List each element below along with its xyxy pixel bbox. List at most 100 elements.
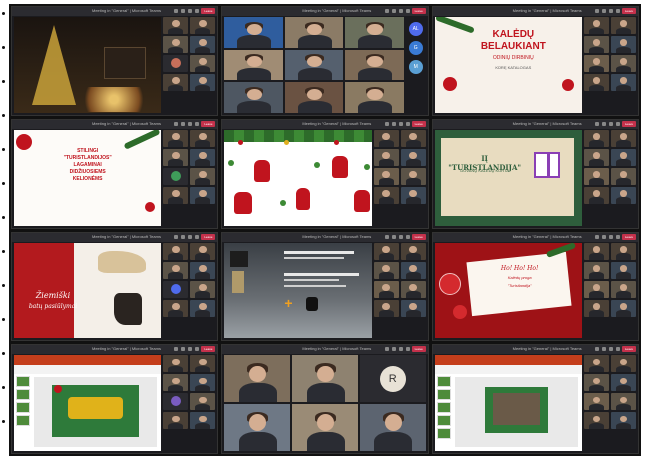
screenshot-collage: Meeting in "General" | Microsoft Teams L… <box>9 4 641 456</box>
santa-figure[interactable] <box>354 189 371 212</box>
powerpoint-titlebar <box>434 355 582 366</box>
participant-avatar: G <box>408 41 423 55</box>
window-title: Meeting in "General" | Microsoft Teams <box>302 346 372 352</box>
teams-window-9: Meeting in "General" | Microsoft Teams L… <box>431 231 639 342</box>
leave-button[interactable]: Leave <box>411 8 426 14</box>
teams-window-6: Meeting in "General" | Microsoft Teams L… <box>431 118 639 229</box>
participant-gallery <box>583 17 636 113</box>
window-titlebar: Meeting in "General" | Microsoft Teams L… <box>432 7 638 16</box>
shared-slide-greeting: Ho! Ho! Ho! Kalėdų proga "Turistlandija" <box>434 242 582 339</box>
window-title: Meeting in "General" | Microsoft Teams <box>302 233 372 239</box>
slide-canvas <box>34 377 158 447</box>
participant-gallery <box>373 242 426 339</box>
leave-button[interactable]: Leave <box>201 233 216 240</box>
photo-image <box>492 393 540 425</box>
slide-title-line1: KALĖDŲ <box>492 29 535 40</box>
window-titlebar: Meeting in "General" | Microsoft Teams L… <box>222 345 428 355</box>
trousers-image <box>232 270 245 293</box>
meeting-controls[interactable] <box>384 9 410 13</box>
leave-button[interactable]: Leave <box>201 8 216 14</box>
window-title: Meeting in "General" | Microsoft Teams <box>512 8 582 13</box>
participant-gallery <box>583 129 636 226</box>
watch-image <box>306 296 319 311</box>
santa-figure[interactable] <box>296 187 311 210</box>
leave-button[interactable]: Leave <box>621 346 636 353</box>
slide-title: Žiemiški <box>35 290 71 300</box>
slide-line1: STILINGI <box>77 147 99 154</box>
jacket-image <box>230 250 249 267</box>
participant-gallery <box>163 355 216 451</box>
powerpoint-ribbon[interactable] <box>14 365 162 375</box>
page-margin-dots <box>2 12 6 452</box>
leave-button[interactable]: Leave <box>201 346 216 353</box>
window-title: Meeting in "General" | Microsoft Teams <box>92 120 161 126</box>
leave-button[interactable]: Leave <box>621 233 636 240</box>
teams-window-11: Meeting in "General" | Microsoft Teams L… <box>221 344 429 454</box>
leave-button[interactable]: Leave <box>621 8 636 14</box>
shared-slide-products: + <box>224 242 372 339</box>
powerpoint-titlebar <box>14 355 162 366</box>
shared-powerpoint <box>14 355 162 451</box>
meeting-controls[interactable] <box>594 347 620 352</box>
meeting-controls[interactable] <box>174 121 200 126</box>
slide-subtitle: batų pasiūlymai <box>28 302 78 310</box>
meeting-controls[interactable] <box>594 234 620 239</box>
teams-window-5: Meeting in "General" | Microsoft Teams L… <box>221 118 429 229</box>
shared-slide-gift-card: IĮ "TURISTLANDIJA" DOVANŲ KALĖDŲ KORTA <box>434 129 582 226</box>
participant-gallery <box>583 355 636 451</box>
leave-button[interactable]: Leave <box>201 120 216 127</box>
window-titlebar: Meeting in "General" | Microsoft Teams L… <box>12 7 218 16</box>
window-title: Meeting in "General" | Microsoft Teams <box>92 233 161 239</box>
participant-gallery <box>163 129 216 226</box>
participant-avatar: R <box>379 365 406 392</box>
slide-canvas <box>454 377 578 447</box>
meeting-controls[interactable] <box>384 234 410 239</box>
window-titlebar: Meeting in "General" | Microsoft Teams L… <box>222 232 428 242</box>
greeting-line2: Kalėdų proga <box>507 274 532 280</box>
meeting-controls[interactable] <box>384 347 410 352</box>
leave-button[interactable]: Leave <box>411 120 426 127</box>
teams-window-4: Meeting in "General" | Microsoft Teams L… <box>11 118 219 229</box>
window-title: Meeting in "General" | Microsoft Teams <box>512 120 582 126</box>
santa-figure[interactable] <box>234 191 253 214</box>
window-title: Meeting in "General" | Microsoft Teams <box>512 233 582 239</box>
leave-button[interactable]: Leave <box>411 346 426 353</box>
greeting-line1: Ho! Ho! Ho! <box>500 264 539 272</box>
meeting-controls[interactable] <box>174 347 200 352</box>
leave-button[interactable]: Leave <box>411 233 426 240</box>
window-titlebar: Meeting in "General" | Microsoft Teams L… <box>432 232 638 242</box>
meeting-controls[interactable] <box>594 9 620 13</box>
slide-line5: KELIONĖMS <box>72 175 103 182</box>
participant-gallery <box>163 242 216 339</box>
powerpoint-ribbon[interactable] <box>434 365 582 375</box>
window-titlebar: Meeting in "General" | Microsoft Teams L… <box>222 7 428 16</box>
participant-gallery <box>163 17 216 113</box>
window-titlebar: Meeting in "General" | Microsoft Teams L… <box>12 232 218 242</box>
slide-title-line2: BELAUKIANT <box>480 41 546 52</box>
window-title: Meeting in "General" | Microsoft Teams <box>512 346 582 352</box>
window-titlebar: Meeting in "General" | Microsoft Teams L… <box>12 345 218 355</box>
participant-gallery <box>373 129 426 226</box>
boot-image <box>114 292 142 325</box>
shared-slide-catalog: KALĖDŲ BELAUKIANT ODINIŲ DIRBINIŲ KŪRĘ K… <box>434 17 582 113</box>
slide-thumbnails[interactable] <box>16 376 30 449</box>
leave-button[interactable]: Leave <box>621 120 636 127</box>
shared-slide-suitcases: STILINGI "TURISTLANDIJOS" LAGAMINAI DIDŽ… <box>14 129 162 226</box>
teams-window-12: Meeting in "General" | Microsoft Teams L… <box>431 344 639 454</box>
window-titlebar: Meeting in "General" | Microsoft Teams L… <box>222 119 428 129</box>
santa-figure[interactable] <box>254 159 271 182</box>
video-grid: R <box>224 355 426 451</box>
greeting-line3: "Turistlandija" <box>507 282 532 288</box>
santa-figure[interactable] <box>332 155 349 178</box>
meeting-controls[interactable] <box>174 234 200 239</box>
slide-thumbnails[interactable] <box>436 376 451 449</box>
meeting-controls[interactable] <box>594 121 620 126</box>
meeting-controls[interactable] <box>384 121 410 126</box>
participant-gallery <box>583 242 636 339</box>
video-grid <box>224 17 404 113</box>
teams-window-2: Meeting in "General" | Microsoft Teams L… <box>221 6 429 116</box>
window-title: Meeting in "General" | Microsoft Teams <box>302 8 372 13</box>
window-titlebar: Meeting in "General" | Microsoft Teams L… <box>432 119 638 129</box>
shared-slide-winter-shoes: Žiemiški batų pasiūlymai <box>14 242 162 339</box>
meeting-controls[interactable] <box>174 9 200 13</box>
